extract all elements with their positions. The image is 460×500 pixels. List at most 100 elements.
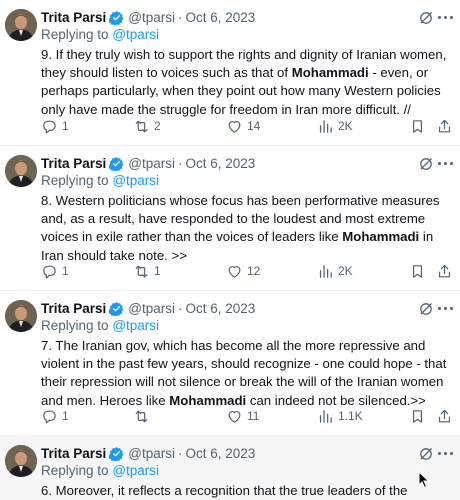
more-options-icon[interactable] — [438, 16, 453, 20]
separator-dot: · — [178, 155, 183, 171]
verified-badge-icon — [109, 446, 124, 461]
share-icon — [438, 409, 451, 422]
separator-dot: · — [178, 300, 183, 316]
share-button[interactable] — [436, 407, 453, 425]
reply-count: 1 — [62, 119, 69, 133]
reply-icon — [43, 120, 56, 133]
reply-count: 1 — [62, 409, 69, 423]
reply-button[interactable]: 1 — [41, 117, 69, 135]
heart-icon — [228, 265, 241, 278]
replying-to-label: Replying to — [41, 173, 109, 188]
bookmark-icon — [413, 119, 422, 133]
replying-to: Replying to @tparsi — [41, 463, 159, 478]
tweet-header: Trita Parsi @tparsi · Oct 6, 2023 — [41, 444, 448, 462]
author-handle[interactable]: @tparsi — [128, 10, 175, 25]
action-bar: 1 2 14 2K — [41, 117, 454, 135]
like-count: 12 — [247, 264, 261, 278]
reply-button[interactable]: 1 — [41, 262, 69, 280]
mention-link[interactable]: @tparsi — [112, 463, 159, 478]
views-count: 1.1K — [338, 409, 363, 423]
author-name[interactable]: Trita Parsi — [41, 301, 106, 316]
tweet-date[interactable]: Oct 6, 2023 — [186, 301, 256, 316]
tweet-header: Trita Parsi @tparsi · Oct 6, 2023 — [41, 8, 448, 26]
replying-to-label: Replying to — [41, 27, 109, 42]
views-count: 2K — [338, 119, 353, 133]
verified-badge-icon — [109, 301, 124, 316]
tweet-text: 6. Moreover, it reflects a recognition t… — [41, 482, 455, 500]
bold-name: Mohammadi — [291, 65, 369, 81]
tweet-item[interactable]: Trita Parsi @tparsi · Oct 6, 2023 Replyi… — [0, 291, 460, 436]
reply-icon — [43, 410, 56, 423]
bookmark-icon — [413, 409, 422, 423]
repost-button[interactable] — [133, 407, 154, 425]
bold-name: Mohammadi — [342, 229, 420, 245]
bookmark-icon — [413, 264, 422, 278]
like-button[interactable]: 11 — [226, 407, 259, 425]
share-icon — [438, 264, 451, 277]
author-name[interactable]: Trita Parsi — [41, 10, 106, 25]
tweet-item[interactable]: Trita Parsi @tparsi · Oct 6, 2023 Replyi… — [0, 436, 460, 500]
mention-link[interactable]: @tparsi — [112, 173, 159, 188]
share-button[interactable] — [436, 117, 453, 135]
verified-badge-icon — [109, 10, 124, 25]
bookmark-button[interactable] — [409, 407, 426, 425]
views-button[interactable]: 1.1K — [317, 407, 363, 425]
bold-name: Mohammadi — [169, 392, 247, 408]
avatar[interactable] — [5, 300, 37, 332]
heart-icon — [228, 120, 241, 133]
grok-icon[interactable] — [418, 301, 434, 317]
like-count: 11 — [247, 409, 260, 423]
more-options-icon[interactable] — [438, 452, 453, 456]
tweet-item[interactable]: Trita Parsi @tparsi · Oct 6, 2023 Replyi… — [0, 0, 460, 146]
tweet-header: Trita Parsi @tparsi · Oct 6, 2023 — [41, 154, 448, 172]
bookmark-button[interactable] — [409, 262, 426, 280]
mention-link[interactable]: @tparsi — [112, 318, 159, 333]
author-name[interactable]: Trita Parsi — [41, 156, 106, 171]
repost-count: 2 — [154, 119, 161, 133]
mouse-cursor-icon — [418, 471, 430, 489]
replying-to: Replying to @tparsi — [41, 173, 159, 188]
avatar[interactable] — [5, 155, 37, 187]
avatar[interactable] — [5, 445, 37, 477]
author-handle[interactable]: @tparsi — [128, 301, 175, 316]
views-button[interactable]: 2K — [317, 117, 353, 135]
author-handle[interactable]: @tparsi — [128, 156, 175, 171]
separator-dot: · — [178, 445, 183, 461]
tweet-date[interactable]: Oct 6, 2023 — [186, 446, 256, 461]
views-icon — [319, 119, 332, 133]
author-name[interactable]: Trita Parsi — [41, 446, 106, 461]
views-button[interactable]: 2K — [317, 262, 353, 280]
grok-icon[interactable] — [418, 446, 434, 462]
action-bar: 1 11 1.1K — [41, 407, 454, 425]
more-options-icon[interactable] — [438, 307, 453, 311]
tweet-header: Trita Parsi @tparsi · Oct 6, 2023 — [41, 299, 448, 317]
mention-link[interactable]: @tparsi — [112, 27, 159, 42]
grok-icon[interactable] — [418, 10, 434, 26]
reply-icon — [43, 265, 56, 278]
tweet-item[interactable]: Trita Parsi @tparsi · Oct 6, 2023 Replyi… — [0, 146, 460, 291]
like-count: 14 — [247, 119, 261, 133]
text-segment: 6. Moreover, it reflects a recognition t… — [41, 483, 408, 498]
like-button[interactable]: 12 — [226, 262, 260, 280]
tweet-date[interactable]: Oct 6, 2023 — [186, 10, 256, 25]
repost-button[interactable]: 1 — [133, 262, 161, 280]
author-handle[interactable]: @tparsi — [128, 446, 175, 461]
replying-to: Replying to @tparsi — [41, 27, 159, 42]
tweet-text: 9. If they truly wish to support the rig… — [41, 46, 455, 119]
like-button[interactable]: 14 — [226, 117, 260, 135]
grok-icon[interactable] — [418, 156, 434, 172]
more-options-icon[interactable] — [438, 162, 453, 166]
views-icon — [319, 264, 332, 278]
replying-to-label: Replying to — [41, 463, 109, 478]
avatar[interactable] — [5, 9, 37, 41]
verified-badge-icon — [109, 156, 124, 171]
repost-count: 1 — [154, 264, 161, 278]
reply-button[interactable]: 1 — [41, 407, 69, 425]
share-button[interactable] — [436, 262, 453, 280]
tweet-date[interactable]: Oct 6, 2023 — [186, 156, 256, 171]
tweet-text: 8. Western politicians whose focus has b… — [41, 192, 455, 265]
heart-icon — [228, 410, 241, 423]
repost-button[interactable]: 2 — [133, 117, 161, 135]
repost-icon — [135, 120, 148, 132]
bookmark-button[interactable] — [409, 117, 426, 135]
